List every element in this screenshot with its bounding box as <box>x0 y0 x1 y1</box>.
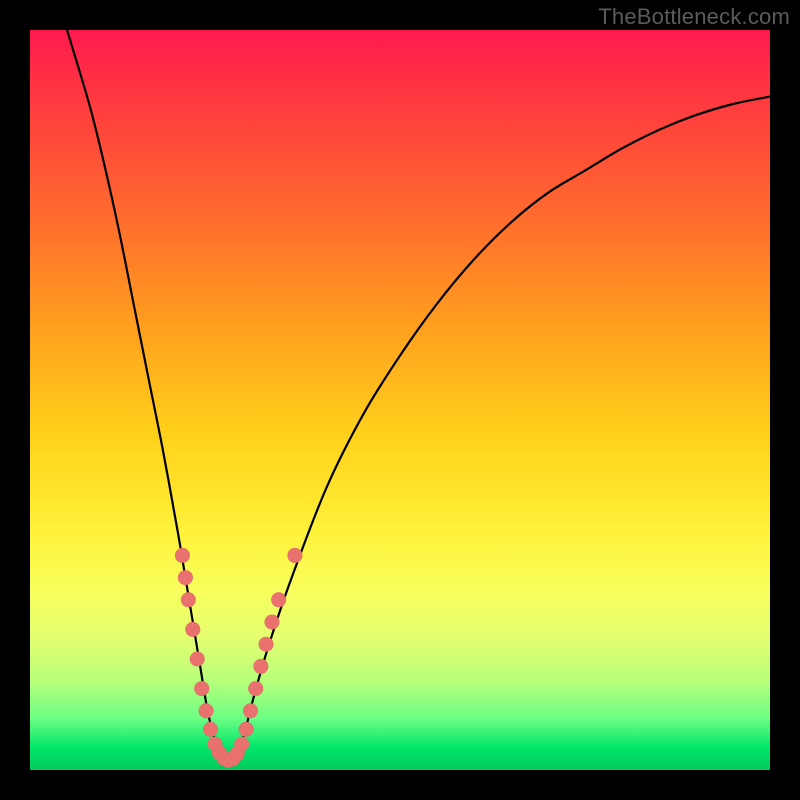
data-point <box>239 722 254 737</box>
data-point <box>264 615 279 630</box>
data-point <box>243 703 258 718</box>
data-point <box>271 592 286 607</box>
data-point <box>287 548 302 563</box>
data-point <box>185 622 200 637</box>
data-point <box>194 681 209 696</box>
watermark-text: TheBottleneck.com <box>598 4 790 30</box>
chart-frame <box>30 30 770 770</box>
data-point <box>253 659 268 674</box>
data-point <box>175 548 190 563</box>
data-point <box>259 637 274 652</box>
data-point <box>248 681 263 696</box>
chart-svg <box>30 30 770 770</box>
data-points-group <box>175 548 302 768</box>
data-point <box>181 592 196 607</box>
data-point <box>199 703 214 718</box>
data-point <box>203 722 218 737</box>
data-point <box>190 652 205 667</box>
data-point <box>234 737 249 752</box>
bottleneck-curve <box>67 30 770 763</box>
data-point <box>178 570 193 585</box>
